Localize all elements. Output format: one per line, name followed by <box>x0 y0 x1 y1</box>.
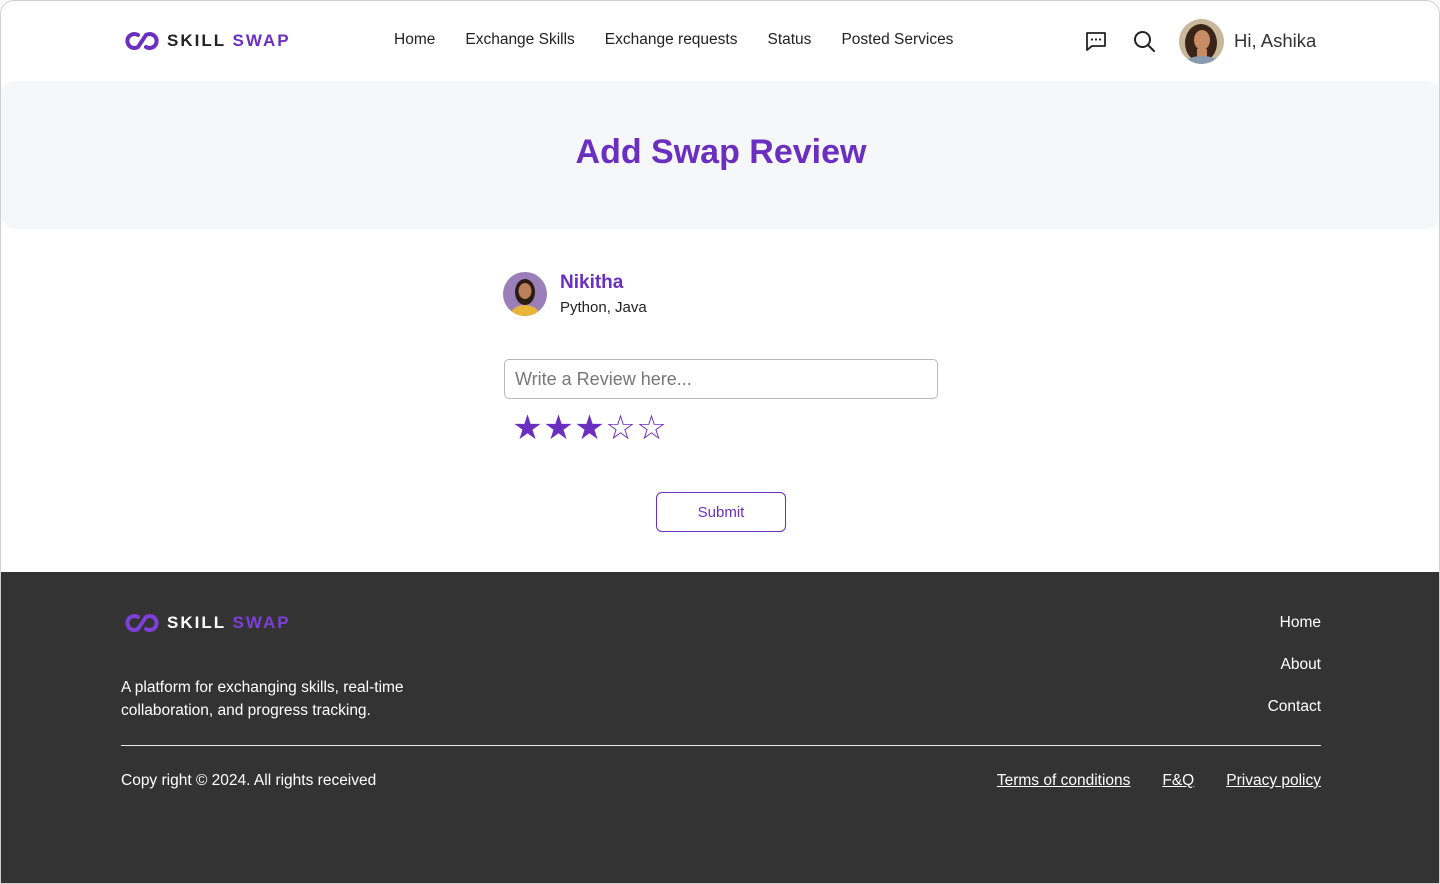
copyright-text: Copy right © 2024. All rights received <box>121 772 377 789</box>
footer-link-about[interactable]: About <box>1268 656 1321 674</box>
reviewee-name: Nikitha <box>560 272 624 293</box>
star-filled-icon[interactable]: ★ <box>574 411 605 445</box>
link-logo-icon <box>125 32 159 50</box>
app-window: SKILL SWAP Home Exchange Skills Exchange… <box>0 0 1440 884</box>
brand-logo[interactable]: SKILL SWAP <box>125 29 291 53</box>
nav-posted-services[interactable]: Posted Services <box>841 31 953 49</box>
star-empty-icon[interactable]: ☆ <box>636 411 667 445</box>
footer-brand-name: SKILL SWAP <box>167 613 291 632</box>
main-nav: Home Exchange Skills Exchange requests S… <box>394 31 953 49</box>
review-input[interactable] <box>504 359 938 399</box>
message-icon[interactable] <box>1084 29 1108 53</box>
star-filled-icon[interactable]: ★ <box>543 411 574 445</box>
user-avatar-image <box>1179 19 1224 64</box>
submit-button[interactable]: Submit <box>656 492 786 532</box>
footer-description: A platform for exchanging skills, real-t… <box>121 679 404 719</box>
user-greeting: Hi, Ashika <box>1234 30 1317 51</box>
footer: SKILL SWAP A platform for exchanging ski… <box>1 572 1439 883</box>
reviewee-avatar <box>503 272 547 316</box>
brand-name: SKILL SWAP <box>167 31 291 50</box>
user-avatar[interactable] <box>1179 19 1224 64</box>
footer-links: Home About Contact <box>1268 614 1321 740</box>
footer-logo[interactable]: SKILL SWAP <box>125 612 291 634</box>
legal-links: Terms of conditions F&Q Privacy policy <box>997 772 1321 790</box>
top-header: SKILL SWAP Home Exchange Skills Exchange… <box>1 1 1439 81</box>
page-hero: Add Swap Review <box>1 81 1439 229</box>
link-logo-icon <box>125 614 159 632</box>
page-title: Add Swap Review <box>575 133 867 171</box>
star-empty-icon[interactable]: ☆ <box>605 411 636 445</box>
terms-link[interactable]: Terms of conditions <box>997 772 1131 790</box>
nav-status[interactable]: Status <box>767 31 811 49</box>
search-icon[interactable] <box>1132 29 1156 53</box>
star-rating[interactable]: ★ ★ ★ ☆ ☆ <box>512 411 667 445</box>
nav-exchange-skills[interactable]: Exchange Skills <box>465 31 574 49</box>
reviewee-skills: Python, Java <box>560 299 647 316</box>
star-filled-icon[interactable]: ★ <box>512 411 543 445</box>
reviewee-avatar-image <box>503 272 547 316</box>
privacy-link[interactable]: Privacy policy <box>1226 772 1321 790</box>
nav-exchange-requests[interactable]: Exchange requests <box>605 31 738 49</box>
faq-link[interactable]: F&Q <box>1162 772 1194 790</box>
footer-divider <box>121 745 1321 746</box>
footer-link-home[interactable]: Home <box>1268 614 1321 632</box>
footer-link-contact[interactable]: Contact <box>1268 698 1321 716</box>
nav-home[interactable]: Home <box>394 31 435 49</box>
